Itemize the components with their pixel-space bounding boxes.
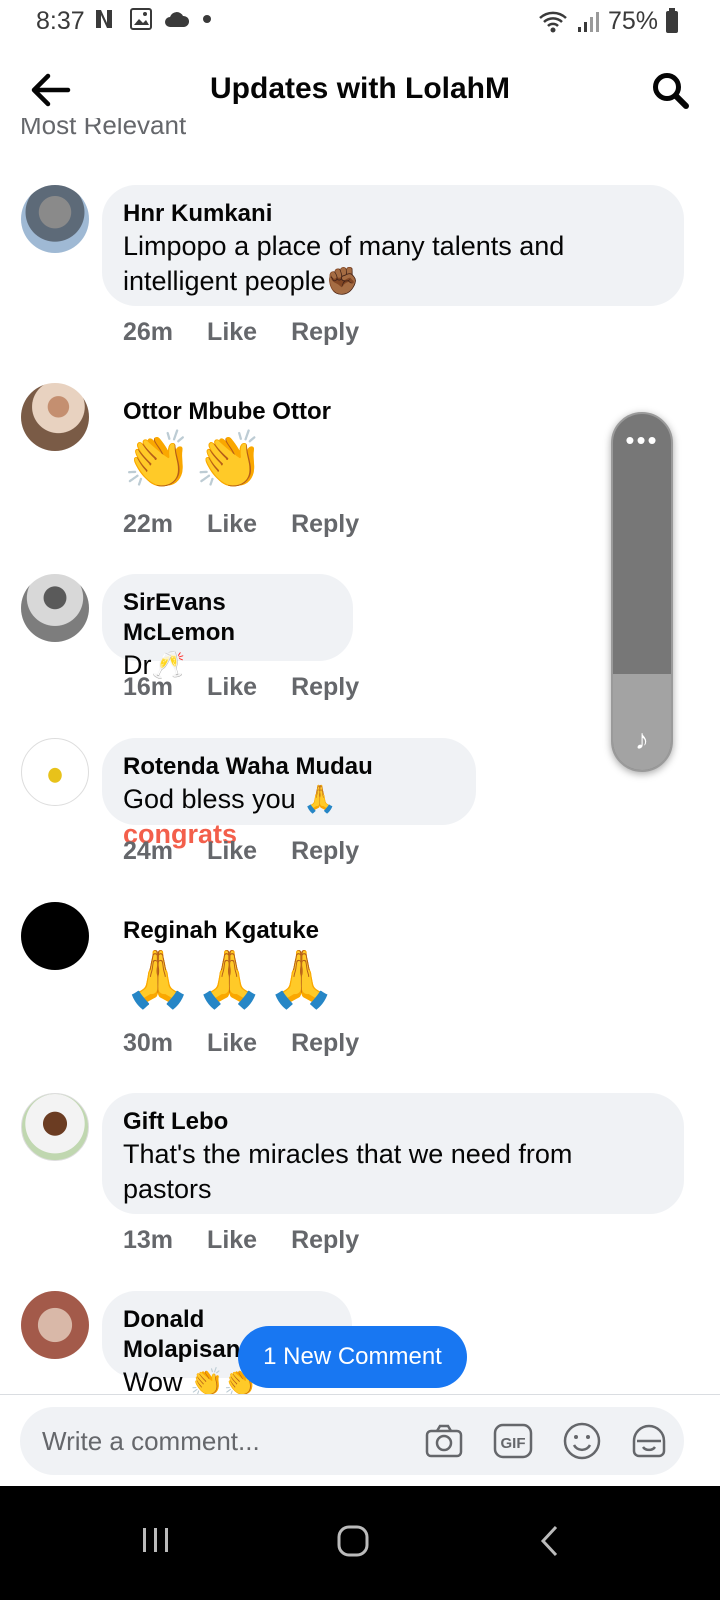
reply-button[interactable]: Reply [291,673,359,702]
like-button[interactable]: Like [207,673,257,702]
like-button[interactable]: Like [207,318,257,347]
avatar[interactable] [21,1093,89,1161]
avatar[interactable] [21,574,89,642]
avatar[interactable] [21,1291,89,1359]
music-note-icon: ♪ [635,724,649,755]
svg-text:GIF: GIF [501,1435,526,1452]
reply-button[interactable]: Reply [291,1029,359,1058]
comment-age: 30m [123,1029,174,1057]
comment-author[interactable]: Ottor Mbube Ottor [123,397,382,427]
netflix-icon [96,10,112,28]
comment-author[interactable]: SirEvans McLemon [123,588,333,648]
emoji-icon[interactable] [562,1421,602,1461]
comment-text-line2: pastors [123,1174,212,1204]
sticker-icon[interactable] [629,1421,669,1461]
like-button[interactable]: Like [207,837,257,866]
search-icon[interactable] [650,70,690,110]
gallery-icon [130,8,152,30]
comment-bubble: Ottor Mbube Ottor 👏👏 [102,383,402,503]
like-button[interactable]: Like [207,510,257,539]
comment-text: Limpopo a place of many talents and [123,231,565,261]
comment-age: 13m [123,1226,174,1254]
comment-composer[interactable]: Write a comment... GIF [20,1407,684,1475]
battery-icon [666,7,678,33]
comment-bubble: Hnr Kumkani Limpopo a place of many tale… [102,185,684,306]
comment-bubble: Gift Lebo That's the miracles that we ne… [102,1093,684,1214]
back-icon[interactable] [538,1524,562,1558]
avatar[interactable] [21,738,89,806]
camera-icon[interactable] [424,1421,464,1461]
reply-button[interactable]: Reply [291,837,359,866]
comment-age: 22m [123,510,174,538]
recent-apps-icon[interactable] [140,1524,172,1556]
header: Updates with LolahM [0,56,720,126]
reply-button[interactable]: Reply [291,510,359,539]
avatar[interactable] [21,383,89,451]
comment-text: 👏👏 [123,428,267,491]
comment-age: 24m [123,837,174,865]
sort-label[interactable]: Most Relevant [20,118,186,140]
comment-actions: 30m Like Reply [123,1029,359,1058]
avatar[interactable] [21,902,89,970]
comment-actions: 13m Like Reply [123,1226,359,1255]
status-bar: 8:37 75% [0,0,720,46]
page-title: Updates with LolahM [210,72,510,105]
home-icon[interactable] [336,1524,370,1558]
battery-percent: 75% [607,7,658,35]
comment-age: 26m [123,318,174,346]
notification-icons [94,8,212,30]
comment-text: 🙏🙏🙏 [123,947,339,1010]
comment-input[interactable]: Write a comment... [42,1426,260,1457]
comment-text-line2: intelligent people✊🏾 [123,266,360,296]
comment-author[interactable]: Gift Lebo [123,1107,664,1137]
comment-actions: 16m Like Reply [123,673,359,702]
dot-icon [203,15,211,23]
cloud-icon [165,12,190,27]
reply-button[interactable]: Reply [291,1226,359,1255]
like-button[interactable]: Like [207,1226,257,1255]
reply-button[interactable]: Reply [291,318,359,347]
system-nav-bar [0,1486,720,1600]
comment-actions: 22m Like Reply [123,510,359,539]
comment-actions: 24m Like Reply [123,837,359,866]
comment-bubble: Reginah Kgatuke 🙏🙏🙏 [102,902,402,1022]
wifi-icon [539,11,567,32]
comment-author[interactable]: Hnr Kumkani [123,199,664,229]
comment-bubble: Rotenda Waha Mudau God bless you 🙏 congr… [102,738,476,849]
comment-text: That's the miracles that we need from [123,1139,573,1169]
signal-icon [577,11,599,32]
comment-author[interactable]: Reginah Kgatuke [123,916,382,946]
composer-bar: Write a comment... GIF [0,1394,720,1487]
comment-age: 16m [123,673,174,701]
comment-actions: 26m Like Reply [123,318,359,347]
comment-bubble: SirEvans McLemon Dr🥂 [102,574,353,680]
volume-slider[interactable]: ••• ♪ [611,412,673,772]
new-comment-button[interactable]: 1 New Comment [238,1326,467,1388]
like-button[interactable]: Like [207,1029,257,1058]
comment-author[interactable]: Rotenda Waha Mudau [123,752,456,782]
status-time: 8:37 [36,7,85,35]
gif-icon[interactable]: GIF [493,1421,533,1461]
more-options-icon[interactable]: ••• [613,427,671,453]
avatar[interactable] [21,185,89,253]
status-right: 75% [538,7,678,36]
